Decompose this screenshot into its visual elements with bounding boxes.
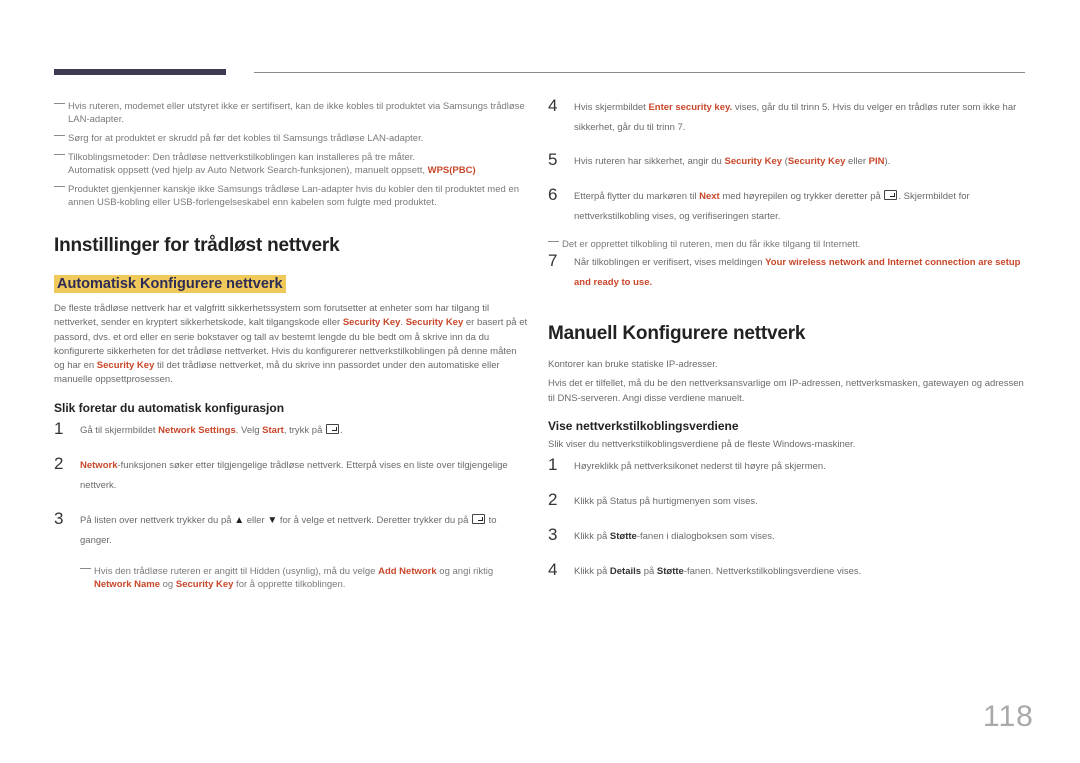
view-step-2: 2 Klikk på Status på hurtigmenyen som vis… [548, 490, 758, 510]
note-hidden-network: Hvis den trådløse ruteren er angitt til … [80, 565, 529, 591]
header-rule [254, 72, 1025, 73]
step-7: 7 Når tilkoblingen er verifisert, vises … [548, 251, 1021, 288]
step-4: 4 Hvis skjermbildet Enter security key. … [548, 96, 1017, 133]
note-power-on: Sørg for at produktet er skrudd på før d… [54, 132, 529, 145]
auto-step-3: 3 På listen over nettverk trykker du på … [54, 508, 497, 546]
manual-title: Manuell Konfigurere nettverk [548, 323, 806, 344]
enter-key-icon [884, 190, 898, 200]
enter-key-icon [326, 423, 340, 434]
view-step-4: 4 Klikk på Details på Støtte-fanen. Nettv… [548, 560, 862, 580]
view-values-title: Vise nettverkstilkoblingsverdiene [548, 418, 739, 433]
page-number: 118 [983, 700, 1034, 733]
down-arrow-icon: ▼ [267, 514, 278, 526]
subsection-auto-title: Automatisk Konfigurere nettverk [54, 275, 286, 293]
auto-steps-title: Slik foretar du automatisk konfigurasjon [54, 400, 285, 415]
note-certified: Hvis ruteren, modemet eller utstyret ikk… [54, 100, 529, 126]
wps-keyword: WPS(PBC) [427, 165, 476, 176]
auto-step-1: 1 Gå til skjermbildet Network Settings. … [54, 418, 343, 438]
view-values-intro: Slik viser du nettverkstilkoblingsverdie… [548, 438, 856, 450]
enter-key-icon [472, 513, 486, 524]
auto-paragraph: De fleste trådløse nettverk har et valgf… [54, 303, 528, 386]
view-step-3: 3 Klikk på Støtte-fanen i dialogboksen so… [548, 525, 775, 545]
left-column: Hvis ruteren, modemet eller utstyret ikk… [54, 100, 529, 597]
step-5: 5 Hvis ruteren har sikkerhet, angir du S… [548, 150, 891, 169]
note-connection-methods: Tilkoblingsmetoder: Den trådløse nettver… [54, 151, 529, 177]
section-title: Innstillinger for trådløst nettverk [54, 235, 340, 256]
right-column: 4 Hvis skjermbildet Enter security key. … [548, 96, 1028, 582]
step-6: 6 Etterpå flytter du markøren til Next m… [548, 185, 970, 222]
manual-paragraph-2: Hvis det er tilfellet, må du be den nett… [548, 378, 1024, 404]
note-usb-cable: Produktet gjenkjenner kanskje ikke Samsu… [54, 183, 529, 209]
view-step-1: 1 Høyreklikk på nettverksikonet nederst t… [548, 455, 826, 475]
manual-paragraph-1: Kontorer kan bruke statiske IP-adresser. [548, 359, 718, 370]
header-bar [54, 69, 226, 75]
auto-step-2: 2 Network-funksjonen søker etter tilgjen… [54, 453, 508, 491]
note-no-internet: Det er opprettet tilkobling til ruteren,… [548, 238, 1028, 251]
up-arrow-icon: ▲ [234, 514, 245, 526]
